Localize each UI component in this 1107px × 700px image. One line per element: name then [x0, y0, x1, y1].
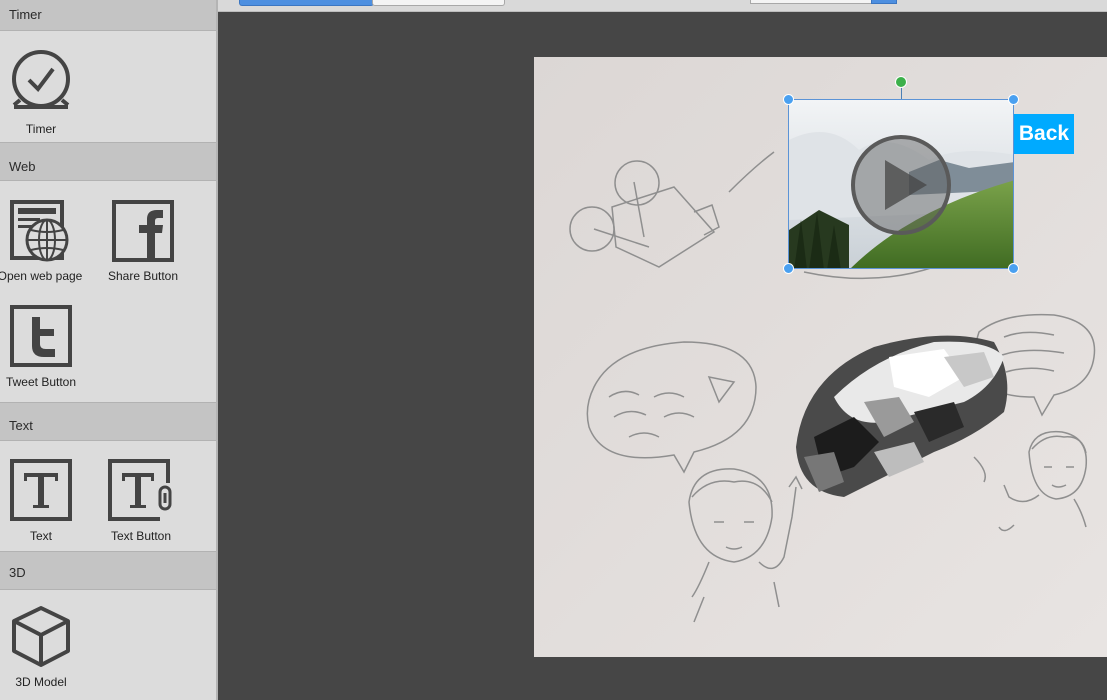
section-header-3d: 3D [0, 551, 216, 590]
tool-timer[interactable]: Timer [0, 50, 91, 136]
tool-share-button[interactable]: Share Button [93, 200, 193, 283]
globe-page-icon [10, 200, 69, 262]
section-title: Text [9, 418, 33, 433]
timer-icon [12, 50, 70, 109]
cube-icon [12, 606, 70, 667]
tool-label: Text Button [110, 529, 172, 543]
tool-label: 3D Model [15, 675, 67, 689]
video-element[interactable] [788, 99, 1014, 269]
facebook-icon [112, 200, 174, 262]
toolbar-segment-active[interactable] [239, 0, 374, 6]
section-header-web: Web [0, 142, 216, 181]
tool-label: Timer [25, 122, 57, 136]
text-icon [10, 459, 72, 521]
section-header-text: Text [0, 402, 216, 441]
toolbar-segment-inactive[interactable] [372, 0, 505, 6]
toolbar-field[interactable] [750, 0, 872, 4]
section-header-timer: Timer [0, 0, 216, 31]
rotate-handle[interactable] [895, 76, 907, 88]
tool-label: Text [29, 529, 52, 543]
tool-label: Share Button [107, 269, 179, 283]
tool-3d-model[interactable]: 3D Model [0, 605, 91, 689]
resize-handle-top-right[interactable] [1008, 94, 1019, 105]
tool-text-button[interactable]: Text Button [91, 459, 191, 543]
tool-open-web-page[interactable]: Open web page [0, 200, 90, 283]
tool-palette: Timer Timer Web Open web page Share Butt… [0, 0, 218, 700]
section-title: Web [9, 159, 36, 174]
tool-tweet-button[interactable]: Tweet Button [0, 305, 91, 389]
tool-label: Open web page [0, 269, 83, 283]
top-toolbar [218, 0, 1107, 12]
twitter-icon [10, 305, 72, 367]
rotate-handle-line [901, 87, 902, 99]
resize-handle-bottom-right[interactable] [1008, 263, 1019, 274]
section-title: Timer [9, 7, 42, 22]
tool-text[interactable]: Text [0, 459, 91, 543]
resize-handle-bottom-left[interactable] [783, 263, 794, 274]
resize-handle-top-left[interactable] [783, 94, 794, 105]
text-button-icon [108, 459, 172, 521]
tool-label: Tweet Button [5, 375, 77, 389]
section-title: 3D [9, 565, 26, 580]
video-thumbnail [789, 100, 1013, 268]
back-button[interactable]: Back [1014, 114, 1074, 154]
toolbar-button[interactable] [871, 0, 897, 4]
